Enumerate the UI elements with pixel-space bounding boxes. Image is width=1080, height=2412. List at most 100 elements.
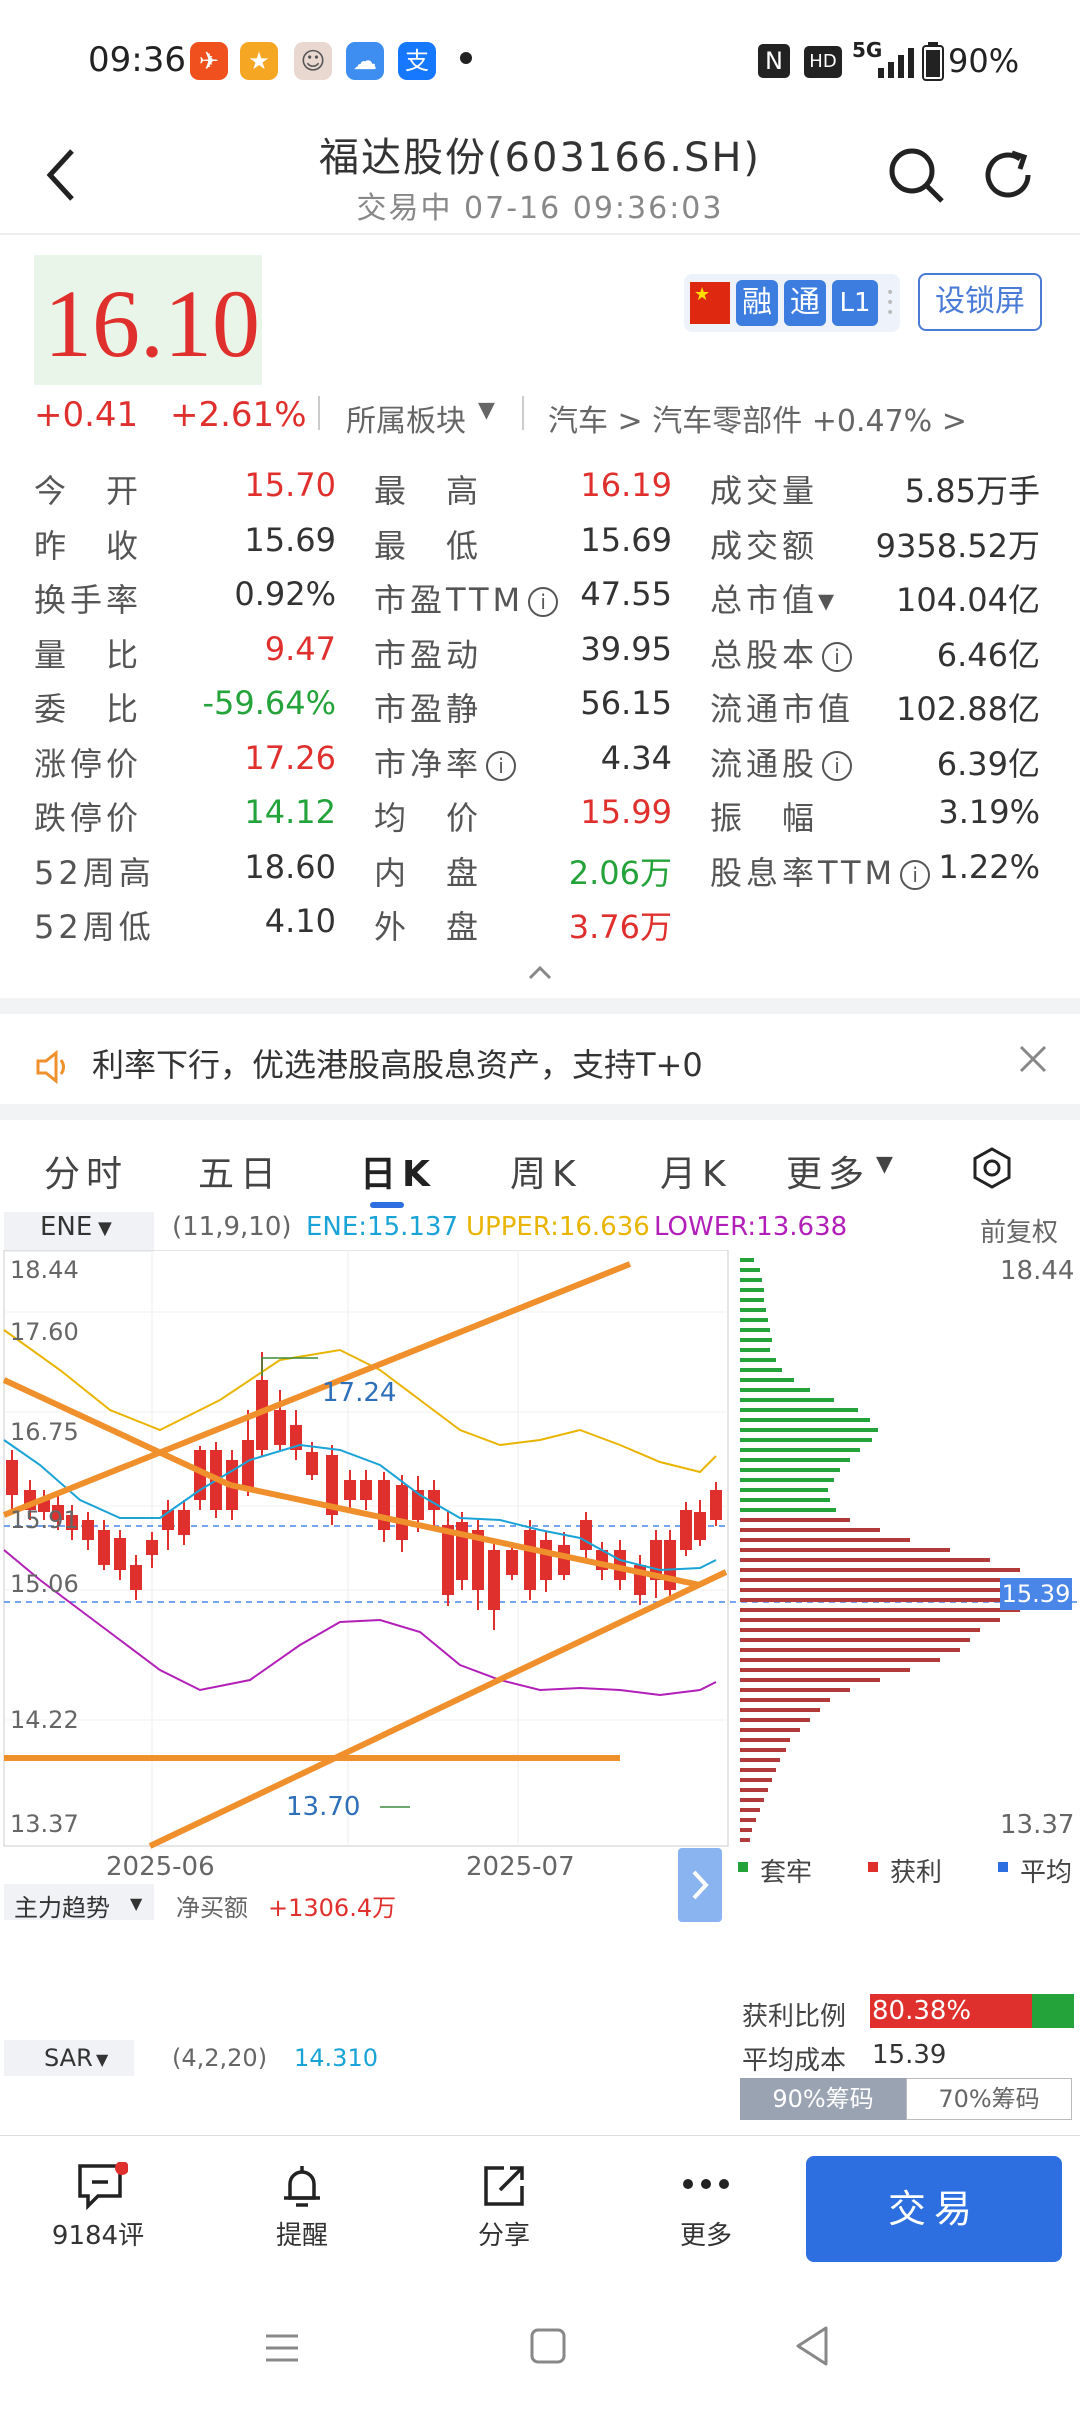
alipay-icon: 支 xyxy=(398,42,436,80)
comment-icon[interactable] xyxy=(76,2162,128,2210)
chip-bar xyxy=(740,1498,830,1502)
collapse-icon[interactable] xyxy=(526,964,554,982)
chip-bar xyxy=(740,1288,764,1292)
sector-dropdown-icon[interactable]: ▼ xyxy=(478,398,495,423)
chip-bar xyxy=(740,1648,960,1652)
price-change-pct: +2.61% xyxy=(170,395,307,435)
candlestick-chart[interactable] xyxy=(0,1250,1080,1850)
chip-90-tab[interactable]: 90%筹码 xyxy=(740,2078,906,2120)
chip-bar xyxy=(740,1538,910,1542)
stat-label: 昨 收 xyxy=(34,526,143,565)
legend-profit-swatch xyxy=(868,1862,878,1872)
share-label[interactable]: 分享 xyxy=(444,2215,564,2252)
chip-bar xyxy=(740,1568,1020,1572)
chip-bar xyxy=(740,1348,770,1352)
tab-monthly-k[interactable]: 月K xyxy=(660,1145,732,1197)
chip-bar xyxy=(740,1668,910,1672)
more-label[interactable]: 更多 xyxy=(646,2215,766,2252)
stat-label: 量 比 xyxy=(34,635,143,674)
menu-icon[interactable] xyxy=(262,2328,302,2368)
y-tick-label: 14.22 xyxy=(10,1706,79,1734)
app-icon-1: ✈ xyxy=(190,42,228,80)
chip-bar xyxy=(740,1798,764,1802)
tab-more[interactable]: 更多 xyxy=(786,1145,870,1197)
home-icon[interactable] xyxy=(528,2326,568,2366)
notice-text[interactable]: 利率下行，优选港股高股息资产，支持T+0 xyxy=(92,1040,703,1086)
trade-button[interactable]: 交易 xyxy=(806,2156,1062,2262)
chip-bar xyxy=(740,1438,872,1442)
stat-value: -59.64% xyxy=(202,684,336,722)
info-icon[interactable]: i xyxy=(822,641,853,672)
main-trend-select[interactable]: 主力趋势 xyxy=(14,1888,110,1923)
close-icon[interactable] xyxy=(1018,1044,1048,1074)
chip-bar xyxy=(740,1618,1000,1622)
indicator-params: (11,9,10) xyxy=(172,1212,292,1242)
status-bar: 09:36 ✈ ★ ☺ ☁ 支 N HD 5G 90% xyxy=(0,0,1080,115)
stat-value: 14.12 xyxy=(244,793,336,831)
sector-path[interactable]: 汽车 > 汽车零部件 +0.47% > xyxy=(548,396,967,440)
candle-body xyxy=(178,1510,190,1535)
chip-bar xyxy=(740,1358,776,1362)
stat-value: 56.15 xyxy=(580,684,672,722)
back-nav-icon[interactable] xyxy=(792,2324,832,2368)
stat-label: 均 价 xyxy=(374,799,483,837)
main-trend-dropdown-icon[interactable]: ▼ xyxy=(130,1894,142,1913)
chip-bar xyxy=(740,1608,1020,1612)
comments-count[interactable]: 9184评 xyxy=(38,2215,158,2252)
nav-bar: 福达股份(603166.SH) 交易中 07-16 09:36:03 xyxy=(0,115,1080,235)
share-icon[interactable] xyxy=(478,2160,530,2212)
indicator-select[interactable]: ENE xyxy=(40,1212,92,1252)
chip-bar xyxy=(740,1388,810,1392)
tab-intraday[interactable]: 分时 xyxy=(44,1145,128,1197)
price-change: +0.41 xyxy=(34,395,139,435)
tab-weekly-k[interactable]: 周K xyxy=(510,1145,582,1197)
avg-cost-tag: 15.39 xyxy=(1000,1578,1072,1610)
adjust-mode[interactable]: 前复权 xyxy=(980,1212,1058,1252)
info-icon[interactable]: i xyxy=(900,859,931,890)
stat-label: 振 幅 xyxy=(710,799,819,837)
chip-bar xyxy=(740,1708,820,1712)
info-icon[interactable]: i xyxy=(822,750,853,781)
net-buy-value: +1306.4万 xyxy=(268,1894,397,1922)
tab-daily-k[interactable]: 日K xyxy=(360,1145,436,1197)
legend-average: 平均 xyxy=(1020,1858,1073,1888)
expand-panel-button[interactable] xyxy=(678,1848,722,1922)
candle-body xyxy=(82,1520,94,1540)
sector-label[interactable]: 所属板块 xyxy=(346,396,466,440)
stat-value: 6.46亿 xyxy=(936,635,1040,674)
bell-icon[interactable] xyxy=(276,2160,328,2212)
alert-label[interactable]: 提醒 xyxy=(242,2215,362,2252)
stat-value: 15.99 xyxy=(580,793,672,831)
lock-screen-button[interactable]: 设锁屏 xyxy=(918,273,1042,331)
sar-value: 14.310 xyxy=(294,2044,378,2072)
y-tick-label: 15.91 xyxy=(10,1506,79,1534)
chip-70-tab[interactable]: 70%筹码 xyxy=(906,2078,1072,2120)
stat-label: 内 盘 xyxy=(374,853,483,892)
more-icon[interactable] xyxy=(680,2172,732,2196)
candle-body xyxy=(580,1520,592,1550)
info-icon[interactable]: i xyxy=(528,587,559,617)
chip-bar xyxy=(740,1368,782,1372)
settings-icon[interactable] xyxy=(970,1146,1014,1190)
current-price: 16.10 xyxy=(44,270,260,377)
sar-select[interactable]: SAR xyxy=(44,2044,93,2072)
low-annotation: 13.70 xyxy=(286,1792,361,1822)
more-dropdown-icon[interactable]: ▼ xyxy=(876,1152,893,1177)
candle-body xyxy=(146,1540,158,1555)
chip-bar xyxy=(740,1628,980,1632)
chip-bar xyxy=(740,1318,768,1322)
chip-bar xyxy=(740,1678,880,1682)
divider xyxy=(318,396,320,430)
candle-body xyxy=(6,1460,18,1495)
high-annotation: 17.24 xyxy=(322,1378,397,1408)
stat-label: 成交量 xyxy=(710,472,819,510)
tab-five-day[interactable]: 五日 xyxy=(198,1145,282,1197)
sar-dropdown-icon[interactable]: ▼ xyxy=(96,2050,108,2069)
candle-body xyxy=(98,1530,110,1565)
refresh-icon[interactable] xyxy=(976,143,1040,207)
info-icon[interactable]: i xyxy=(486,750,517,781)
search-icon[interactable] xyxy=(884,143,948,207)
profit-ratio-value: 80.38% xyxy=(872,1996,972,2026)
chip-bar xyxy=(740,1768,776,1772)
chip-bar xyxy=(740,1308,766,1312)
